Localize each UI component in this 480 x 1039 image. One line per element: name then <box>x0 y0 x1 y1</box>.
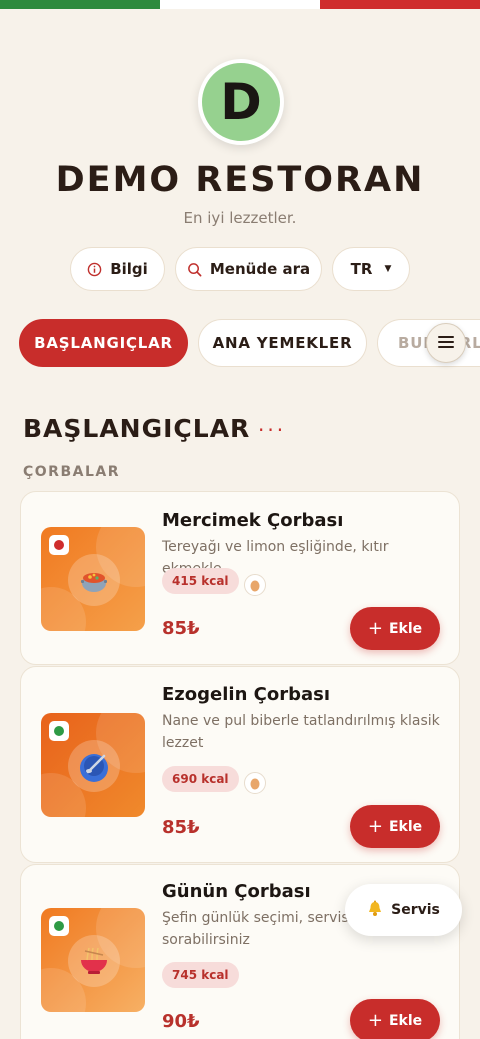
add-to-cart-button[interactable]: + Ekle <box>350 607 440 650</box>
section-title: BAŞLANGIÇLAR <box>23 414 251 443</box>
add-label: Ekle <box>388 620 423 637</box>
restaurant-subtitle: En iyi lezzetler. <box>183 209 297 227</box>
calorie-badge: 745 kcal <box>162 962 239 988</box>
italian-flag-bar <box>0 0 480 9</box>
item-image <box>41 713 145 817</box>
soup-pot-icon <box>68 554 120 606</box>
bell-icon <box>367 900 383 921</box>
plus-icon: + <box>367 816 383 837</box>
plus-icon: + <box>367 618 383 639</box>
item-price: 85₺ <box>162 618 200 639</box>
calorie-badge: 415 kcal <box>162 568 239 594</box>
tab-label: ANA YEMEKLER <box>212 334 353 352</box>
hamburger-icon <box>437 334 455 353</box>
item-image <box>41 908 145 1012</box>
menu-search-button[interactable]: Menüde ara <box>175 247 322 291</box>
item-price: 90₺ <box>162 1011 200 1032</box>
caret-down-icon: ▼ <box>384 264 392 274</box>
item-name: Günün Çorbası <box>162 881 311 902</box>
tab-label: BAŞLANGIÇLAR <box>34 334 173 352</box>
add-label: Ekle <box>388 1012 423 1029</box>
info-label: Bilgi <box>110 260 148 278</box>
restaurant-logo: D <box>198 59 284 145</box>
allergen-egg-icon <box>244 772 266 794</box>
diet-indicator <box>49 721 69 741</box>
item-name: Ezogelin Çorbası <box>162 684 331 705</box>
bowl-spoon-icon <box>68 740 120 792</box>
subcategory-title: ÇORBALAR <box>23 464 120 480</box>
add-to-cart-button[interactable]: + Ekle <box>350 999 440 1039</box>
menu-item-card[interactable]: Mercimek Çorbası Tereyağı ve limon eşliğ… <box>20 491 460 665</box>
allergen-egg-icon <box>244 574 266 596</box>
info-button[interactable]: Bilgi <box>70 247 165 291</box>
item-image <box>41 527 145 631</box>
diet-indicator <box>49 535 69 555</box>
call-service-button[interactable]: Servis <box>345 884 462 936</box>
info-icon <box>87 262 102 277</box>
language-select[interactable]: TR ▼ <box>332 247 410 291</box>
search-label: Menüde ara <box>209 260 311 278</box>
item-description: Nane ve pul biberle tatlandırılmış klasi… <box>162 713 440 751</box>
tab-baslangiclar[interactable]: BAŞLANGIÇLAR <box>19 319 188 367</box>
noodle-bowl-icon <box>68 935 120 987</box>
plus-icon: + <box>367 1010 383 1031</box>
diet-indicator <box>49 916 69 936</box>
restaurant-title: DEMO RESTORAN <box>55 160 425 200</box>
add-to-cart-button[interactable]: + Ekle <box>350 805 440 848</box>
calorie-badge: 690 kcal <box>162 766 239 792</box>
category-menu-button[interactable] <box>426 323 466 363</box>
item-name: Mercimek Çorbası <box>162 510 344 531</box>
search-icon <box>187 262 202 277</box>
item-price: 85₺ <box>162 817 200 838</box>
add-label: Ekle <box>388 818 423 835</box>
tab-ana-yemekler[interactable]: ANA YEMEKLER <box>198 319 367 367</box>
section-dots: ··· <box>258 418 287 442</box>
language-value: TR <box>350 260 373 278</box>
menu-item-card[interactable]: Ezogelin Çorbası Nane ve pul biberle tat… <box>20 666 460 863</box>
service-label: Servis <box>391 902 440 918</box>
